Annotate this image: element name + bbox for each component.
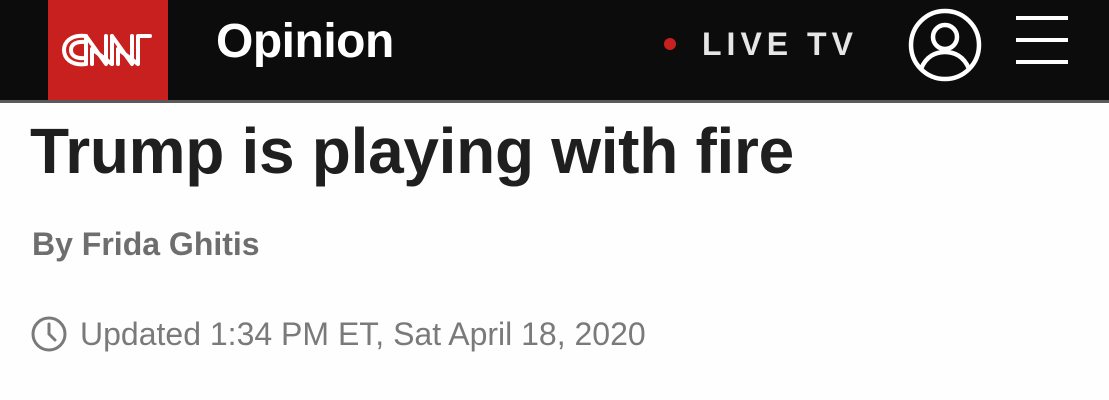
section-title[interactable]: Opinion <box>216 12 394 72</box>
live-tv-link[interactable]: LIVE TV <box>664 22 858 66</box>
hamburger-menu-icon <box>1016 16 1068 64</box>
author-link[interactable]: Frida Ghitis <box>82 226 260 262</box>
byline: By Frida Ghitis <box>32 224 260 264</box>
cnn-logo-icon <box>62 33 152 67</box>
user-circle-icon <box>908 8 982 82</box>
updated-text: Updated 1:34 PM ET, Sat April 18, 2020 <box>80 315 646 352</box>
menu-button[interactable] <box>1014 14 1070 66</box>
account-button[interactable] <box>906 6 984 84</box>
byline-prefix: By <box>32 226 73 262</box>
updated-timestamp: Updated 1:34 PM ET, Sat April 18, 2020 <box>30 312 646 356</box>
header-divider <box>0 100 1109 103</box>
live-dot-icon <box>664 38 676 50</box>
top-navigation-bar: Opinion LIVE TV <box>0 0 1109 100</box>
cnn-logo[interactable] <box>48 0 168 100</box>
article-headline: Trump is playing with fire <box>30 115 794 187</box>
live-tv-label: LIVE TV <box>702 25 858 62</box>
clock-icon <box>31 316 67 352</box>
